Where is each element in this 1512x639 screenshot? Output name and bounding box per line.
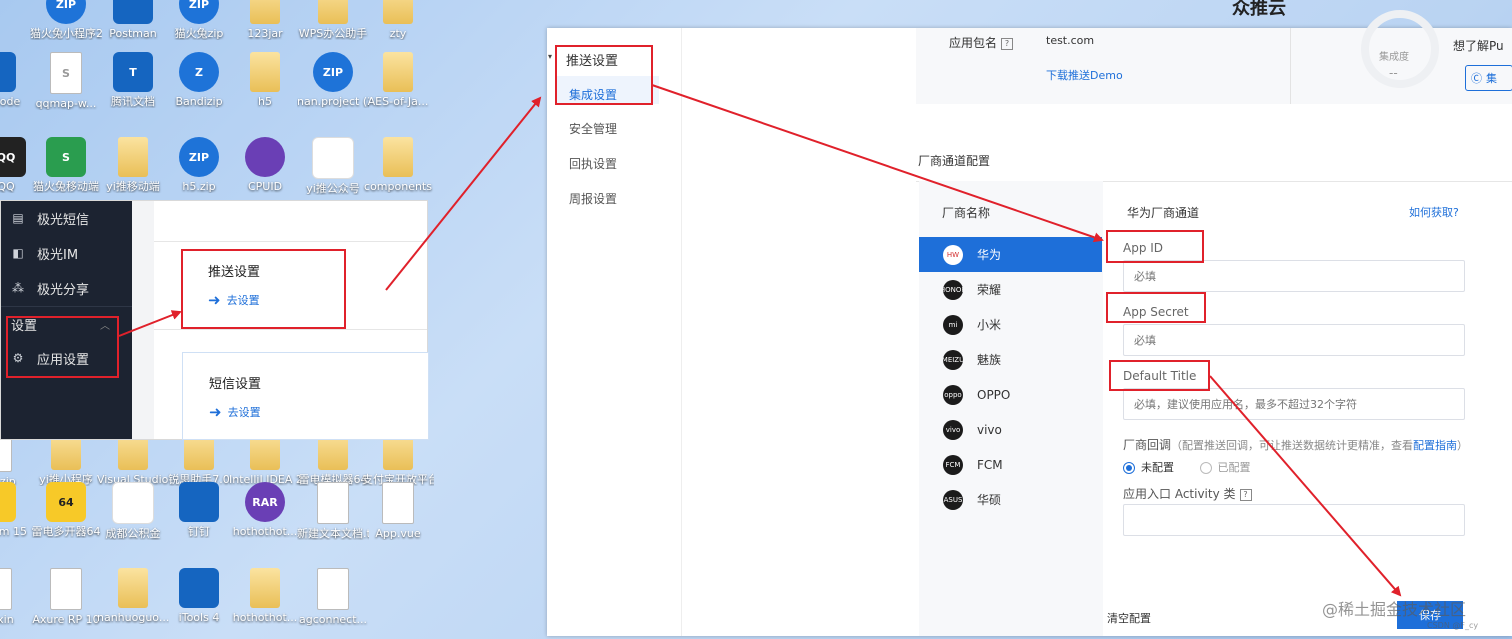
- arrow-to-save: [1209, 375, 1402, 597]
- arrow-to-push-settings: [385, 96, 542, 291]
- arrow-to-app-id: [651, 84, 1104, 243]
- arrow-to-push-card: [118, 310, 182, 337]
- annotation-arrows: [118, 84, 1402, 597]
